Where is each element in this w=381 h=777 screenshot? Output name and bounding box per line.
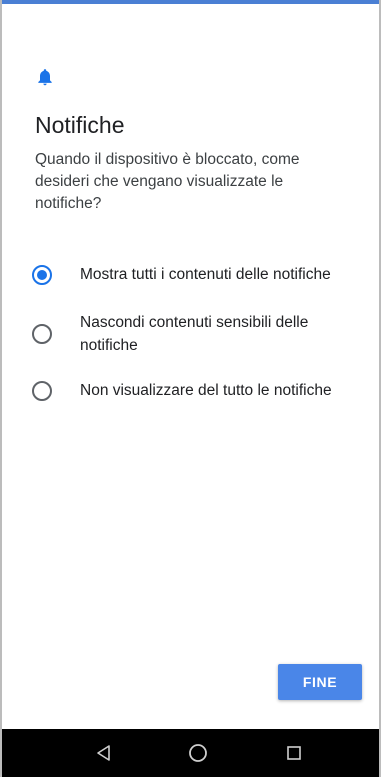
bell-icon xyxy=(38,69,52,86)
home-circle-icon[interactable] xyxy=(188,743,208,763)
recents-square-icon[interactable] xyxy=(284,743,304,763)
radio-option-show-all[interactable]: Mostra tutti i contenuti delle notifiche xyxy=(32,263,361,286)
radio-option-hide-all[interactable]: Non visualizzare del tutto le notifiche xyxy=(32,379,361,402)
status-strip xyxy=(2,0,379,4)
radio-button-checked[interactable] xyxy=(32,264,52,285)
option-label: Non visualizzare del tutto le notifiche xyxy=(80,382,332,399)
page-title: Notifiche xyxy=(35,112,125,138)
option-label: Mostra tutti i contenuti delle notifiche xyxy=(80,266,331,283)
notification-setup-screen: Notifiche Quando il dispositivo è blocca… xyxy=(0,0,381,777)
page-subtitle: Quando il dispositivo è bloccato, come d… xyxy=(35,151,300,212)
system-navigation-bar xyxy=(2,729,379,777)
radio-button-unchecked[interactable] xyxy=(32,380,52,401)
done-button[interactable]: FINE xyxy=(278,664,362,700)
back-triangle-icon[interactable] xyxy=(94,743,114,763)
radio-option-hide-sensitive[interactable]: Nascondi contenuti sensibili delle notif… xyxy=(32,311,361,357)
radio-button-unchecked[interactable] xyxy=(32,324,52,344)
option-label: Nascondi contenuti sensibili delle notif… xyxy=(80,314,309,354)
